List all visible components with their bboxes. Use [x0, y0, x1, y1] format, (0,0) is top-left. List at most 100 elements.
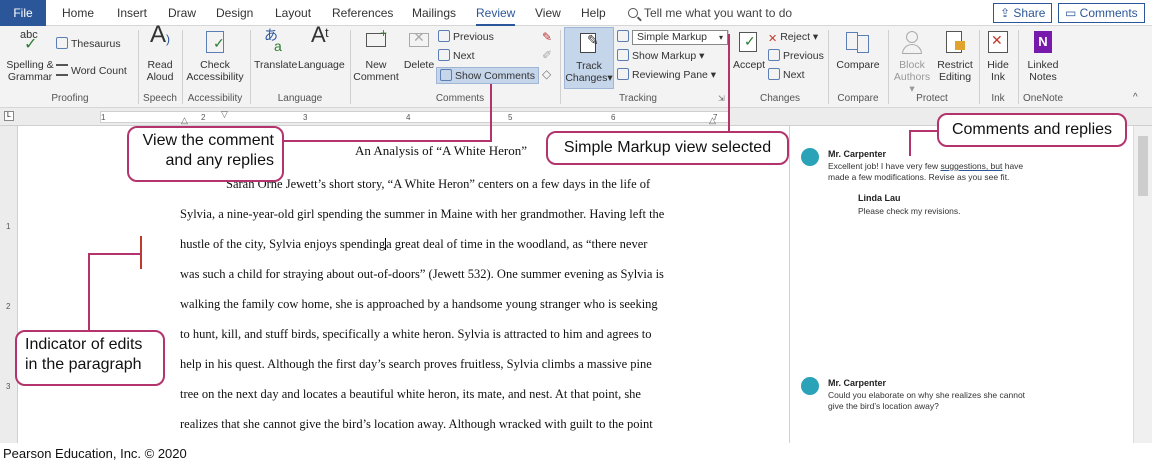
previous-change-button[interactable]: Previous	[768, 48, 824, 65]
scrollbar-thumb[interactable]	[1138, 136, 1148, 196]
comment-text[interactable]: Could you elaborate on why she realizes …	[828, 390, 1025, 412]
comment-text-part: made a few modifications. Revise as you …	[828, 172, 1010, 182]
delete-comment-button[interactable]: ✕ Delete	[400, 29, 438, 71]
document-title[interactable]: An Analysis of “A White Heron”	[355, 143, 527, 159]
callout-simple-markup: Simple Markup view selected	[546, 131, 789, 165]
paragraph-line[interactable]: walking the family cow home, she is appr…	[180, 297, 658, 312]
track-changes-button[interactable]: ✎ Track Changes▾	[564, 27, 614, 89]
show-markup-label: Show Markup	[632, 50, 697, 62]
paragraph-line[interactable]: Sarah Orne Jewett’s short story, “A Whit…	[226, 177, 650, 192]
left-indent-icon[interactable]: △	[181, 115, 188, 126]
next-comment-button[interactable]: Next	[438, 48, 475, 65]
read-aloud-button[interactable]: A) Read Aloud	[142, 23, 178, 84]
check-accessibility-button[interactable]: ✓ Check Accessibility	[185, 29, 245, 83]
group-label-ink: Ink	[991, 93, 1005, 104]
ink-comment-icon[interactable]: ✎	[542, 30, 552, 44]
ruler-number: 1	[101, 113, 106, 122]
language-button[interactable]: At Language	[298, 24, 345, 72]
comment-text[interactable]: Excellent job! I have very few suggestio…	[828, 161, 1023, 183]
previous-comment-button[interactable]: Previous	[438, 29, 494, 46]
tab-mailings[interactable]: Mailings	[412, 0, 456, 26]
avatar	[801, 148, 819, 166]
previous-comment-label: Previous	[453, 31, 494, 43]
callout-leader-line	[909, 130, 911, 156]
reply-text[interactable]: Please check my revisions.	[858, 206, 961, 217]
group-label-speech: Speech	[143, 93, 177, 104]
tab-review[interactable]: Review	[476, 0, 516, 26]
tab-references[interactable]: References	[332, 0, 393, 26]
previous-comment-icon	[438, 30, 450, 42]
hide-ink-label-2: Ink	[990, 71, 1005, 83]
tab-draw[interactable]: Draw	[168, 0, 196, 26]
first-line-indent-icon[interactable]: ▽	[221, 109, 228, 120]
callout-leader-line	[728, 34, 730, 131]
paragraph-line[interactable]: Sylvia, a nine-year-old girl spending th…	[180, 207, 664, 222]
paragraph-line[interactable]: realizes that she cannot give the bird’s…	[180, 417, 653, 432]
tab-view[interactable]: View	[535, 0, 561, 26]
callout-leader-line	[282, 140, 492, 142]
callout-text: and any replies	[165, 152, 274, 169]
ruler-track[interactable]: 1 2 3 4 5 6 7 ▽ △ △	[100, 109, 730, 126]
markup-dropdown[interactable]: Simple Markup ▾	[617, 29, 728, 46]
paragraph-line[interactable]: hustle of the city, Sylvia enjoys spendi…	[180, 237, 647, 252]
compare-button[interactable]: Compare	[833, 29, 883, 71]
show-markup-button[interactable]: Show Markup ▾	[617, 48, 704, 65]
delete-comment-icon: ✕	[405, 29, 433, 57]
paragraph-line[interactable]: help in his quest. Although the first da…	[180, 357, 652, 372]
word-count-button[interactable]: Word Count	[56, 63, 127, 80]
tab-insert[interactable]: Insert	[117, 0, 147, 26]
tab-file[interactable]: File	[0, 0, 46, 26]
accept-button[interactable]: ✓ Accept	[731, 29, 767, 71]
paragraph-line[interactable]: tree on the next day and locates a beaut…	[180, 387, 641, 402]
show-markup-icon	[617, 49, 629, 61]
block-authors-button[interactable]: Block Authors ▾	[890, 29, 934, 95]
track-label-2: Changes	[565, 72, 608, 84]
markup-icon	[617, 30, 629, 42]
track-label-1: Track	[576, 60, 602, 72]
reject-button[interactable]: ✕ Reject ▾	[768, 29, 818, 46]
comments-button[interactable]: ▭ Comments	[1058, 3, 1145, 23]
compare-icon	[844, 29, 872, 57]
tell-me-search[interactable]: Tell me what you want to do	[628, 0, 792, 26]
linked-label-1: Linked	[1027, 59, 1059, 71]
tab-design[interactable]: Design	[216, 0, 253, 26]
callout-view-comment: View the comment and any replies	[127, 126, 284, 182]
eraser-icon[interactable]: ◇	[542, 67, 551, 81]
hide-ink-button[interactable]: ✕ Hide Ink	[982, 29, 1014, 83]
compare-label: Compare	[836, 59, 880, 71]
restrict-editing-button[interactable]: Restrict Editing	[934, 29, 976, 83]
lock-icon	[941, 29, 969, 57]
collapse-ribbon-icon[interactable]: ^	[1133, 92, 1138, 103]
new-comment-button[interactable]: + New Comment	[353, 27, 399, 83]
thesaurus-button[interactable]: Thesaurus	[56, 36, 121, 53]
linked-notes-button[interactable]: N Linked Notes	[1022, 29, 1064, 83]
ribbon: abc ✓ Spelling & Grammar Thesaurus Word …	[0, 23, 1152, 108]
separator	[350, 30, 351, 104]
paragraph-line[interactable]: to hunt, kill, and stuff birds, specific…	[180, 327, 652, 342]
word-count-label: Word Count	[71, 65, 127, 77]
right-indent-icon[interactable]: △	[709, 115, 716, 126]
ruler-number: 3	[6, 382, 11, 391]
paragraph-text: a great deal of time in the woodland, as…	[386, 237, 648, 251]
next-change-button[interactable]: Next	[768, 67, 805, 84]
previous-change-label: Previous	[783, 50, 824, 62]
share-button[interactable]: ⇪ Share	[993, 3, 1053, 23]
tab-help[interactable]: Help	[581, 0, 606, 26]
reviewing-pane-button[interactable]: Reviewing Pane ▾	[617, 67, 716, 84]
translate-button[interactable]: あa Translate	[254, 28, 297, 71]
hide-ink-label-1: Hide	[987, 59, 1009, 71]
vertical-scrollbar[interactable]	[1133, 126, 1152, 443]
callout-leader-line	[88, 253, 141, 255]
spelling-grammar-button[interactable]: abc ✓ Spelling & Grammar	[4, 29, 56, 83]
markup-select[interactable]: Simple Markup ▾	[632, 30, 728, 45]
tab-home[interactable]: Home	[62, 0, 94, 26]
read-label-1: Read	[147, 59, 173, 71]
check-label-1: Check	[200, 59, 230, 71]
tab-layout[interactable]: Layout	[275, 0, 311, 26]
tab-selector-icon[interactable]: L	[4, 111, 14, 121]
paragraph-line[interactable]: was such a child for straying about out-…	[180, 267, 664, 282]
dialog-launcher-icon[interactable]: ⇲	[718, 94, 725, 103]
pen-icon[interactable]: ✐	[542, 48, 552, 62]
show-comments-button[interactable]: Show Comments	[436, 67, 539, 84]
callout-text: Indicator of edits	[25, 336, 143, 353]
